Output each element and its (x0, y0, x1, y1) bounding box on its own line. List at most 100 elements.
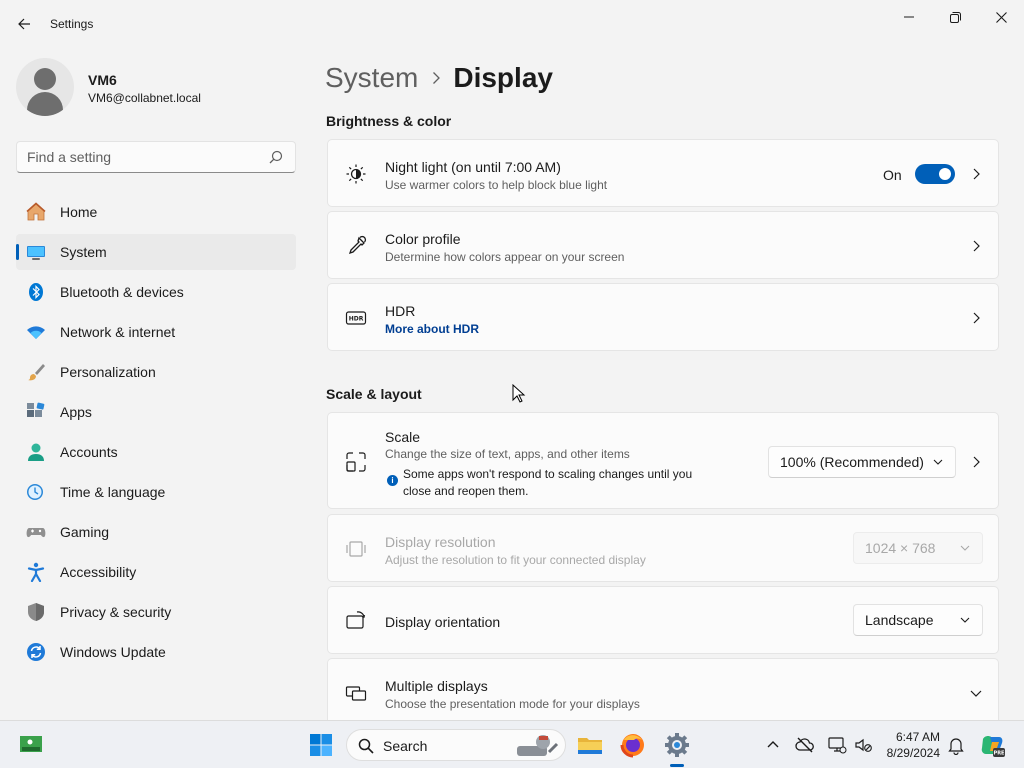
sidebar-item-windows-update[interactable]: Windows Update (16, 634, 296, 670)
bluetooth-icon (29, 283, 43, 301)
chevron-down-icon (933, 459, 943, 465)
file-explorer-icon[interactable] (576, 731, 604, 759)
display-orientation-card[interactable]: Display orientation Landscape (327, 586, 999, 654)
brush-icon (28, 364, 45, 381)
sidebar-item-accessibility[interactable]: Accessibility (16, 554, 296, 590)
chevron-down-icon (960, 617, 970, 623)
hdr-link[interactable]: More about HDR (385, 322, 479, 336)
network-icon[interactable] (827, 735, 847, 755)
hdr-icon: HDR (345, 311, 367, 325)
restore-icon (949, 11, 961, 23)
chevron-down-icon (960, 545, 970, 551)
night-light-toggle-label: On (883, 167, 902, 183)
apps-icon (27, 402, 45, 417)
chevron-right-icon[interactable] (970, 240, 982, 252)
minimize-button[interactable] (886, 4, 932, 30)
accessibility-icon (27, 562, 45, 582)
info-icon: i (387, 475, 398, 486)
sidebar-item-time-language[interactable]: Time & language (16, 474, 296, 510)
wifi-icon (27, 326, 45, 339)
chevron-up-icon[interactable] (763, 735, 783, 755)
scale-dropdown-value: 100% (Recommended) (780, 454, 924, 470)
sidebar-item-gaming[interactable]: Gaming (16, 514, 296, 550)
search-highlight-icon (517, 735, 559, 756)
scale-dropdown[interactable]: 100% (Recommended) (768, 446, 956, 478)
orientation-dropdown-value: Landscape (865, 612, 934, 628)
active-app-indicator (670, 764, 684, 767)
windows-start-icon[interactable] (307, 731, 335, 759)
sidebar-item-privacy-security[interactable]: Privacy & security (16, 594, 296, 630)
breadcrumb: System Display (325, 58, 553, 98)
profile-name: VM6 (88, 72, 117, 88)
close-button[interactable] (978, 4, 1024, 30)
home-icon (26, 202, 46, 221)
chevron-down-icon[interactable] (970, 687, 982, 699)
sidebar-item-system[interactable]: System (16, 234, 296, 270)
firefox-icon[interactable] (619, 731, 647, 759)
taskbar-clock[interactable]: 6:47 AM 8/29/2024 (878, 729, 940, 761)
close-icon (995, 11, 1007, 23)
svg-text:PRE: PRE (994, 751, 1006, 757)
orientation-title: Display orientation (385, 614, 501, 630)
scale-icon (346, 452, 366, 472)
night-light-icon (346, 164, 366, 184)
chevron-right-icon (433, 72, 441, 84)
taskbar: Search 6:47 AM 8/29/2024 PRE (0, 720, 1024, 768)
resolution-icon (346, 541, 366, 557)
taskbar-search[interactable]: Search (346, 729, 566, 761)
profile-email: VM6@collabnet.local (88, 91, 201, 105)
night-light-toggle[interactable] (915, 164, 955, 184)
sidebar-item-network[interactable]: Network & internet (16, 314, 296, 350)
color-profile-title: Color profile (385, 231, 461, 247)
breadcrumb-separator (432, 71, 441, 85)
multiple-displays-title: Multiple displays (385, 678, 488, 694)
hdr-card[interactable]: HDR HDR More about HDR (327, 283, 999, 351)
resolution-subtitle: Adjust the resolution to fit your connec… (385, 553, 646, 567)
clock-date: 8/29/2024 (886, 746, 940, 760)
settings-gear-icon[interactable] (663, 731, 691, 759)
title-bar: Settings (0, 0, 1024, 48)
night-light-card[interactable]: Night light (on until 7:00 AM) Use warme… (327, 139, 999, 207)
color-profile-subtitle: Determine how colors appear on your scre… (385, 250, 625, 264)
scale-card[interactable]: Scale Change the size of text, apps, and… (327, 412, 999, 509)
breadcrumb-parent[interactable]: System (325, 62, 418, 94)
multiple-displays-card[interactable]: Multiple displays Choose the presentatio… (327, 658, 999, 720)
back-button[interactable] (10, 10, 38, 38)
section-title-brightness: Brightness & color (326, 113, 452, 129)
settings-search[interactable] (16, 141, 296, 173)
chevron-right-icon[interactable] (970, 312, 982, 324)
sidebar-item-accounts[interactable]: Accounts (16, 434, 296, 470)
resolution-dropdown: 1024 × 768 (853, 532, 983, 564)
sidebar-item-apps[interactable]: Apps (16, 394, 296, 430)
sidebar-item-bluetooth[interactable]: Bluetooth & devices (16, 274, 296, 310)
notification-bell-icon[interactable] (946, 735, 966, 755)
multiple-displays-icon (345, 686, 367, 701)
avatar (16, 58, 74, 116)
orientation-dropdown[interactable]: Landscape (853, 604, 983, 636)
desktop-widget-icon[interactable] (18, 733, 44, 755)
person-icon (28, 443, 44, 461)
chevron-right-icon[interactable] (970, 456, 982, 468)
cloud-offline-icon[interactable] (795, 735, 815, 755)
color-profile-card[interactable]: Color profile Determine how colors appea… (327, 211, 999, 279)
search-input[interactable] (27, 149, 257, 165)
sidebar-item-personalization[interactable]: Personalization (16, 354, 296, 390)
scale-title: Scale (385, 429, 421, 445)
resolution-dropdown-value: 1024 × 768 (865, 540, 936, 556)
taskbar-search-label: Search (383, 738, 428, 754)
page-title: Display (453, 62, 553, 93)
volume-icon[interactable] (853, 735, 873, 755)
sidebar-item-home[interactable]: Home (16, 194, 296, 230)
multiple-displays-subtitle: Choose the presentation mode for your di… (385, 697, 640, 711)
user-profile[interactable]: VM6 VM6@collabnet.local (16, 58, 296, 118)
section-title-scale-layout: Scale & layout (326, 386, 422, 402)
globe-clock-icon (27, 484, 43, 500)
copilot-icon[interactable]: PRE (978, 731, 1006, 759)
chevron-right-icon[interactable] (970, 168, 982, 180)
minimize-icon (904, 16, 914, 18)
night-light-subtitle: Use warmer colors to help block blue lig… (385, 178, 608, 192)
search-icon[interactable] (269, 150, 283, 164)
maximize-button[interactable] (932, 4, 978, 30)
resolution-title: Display resolution (385, 534, 496, 550)
display-resolution-card: Display resolution Adjust the resolution… (327, 514, 999, 582)
